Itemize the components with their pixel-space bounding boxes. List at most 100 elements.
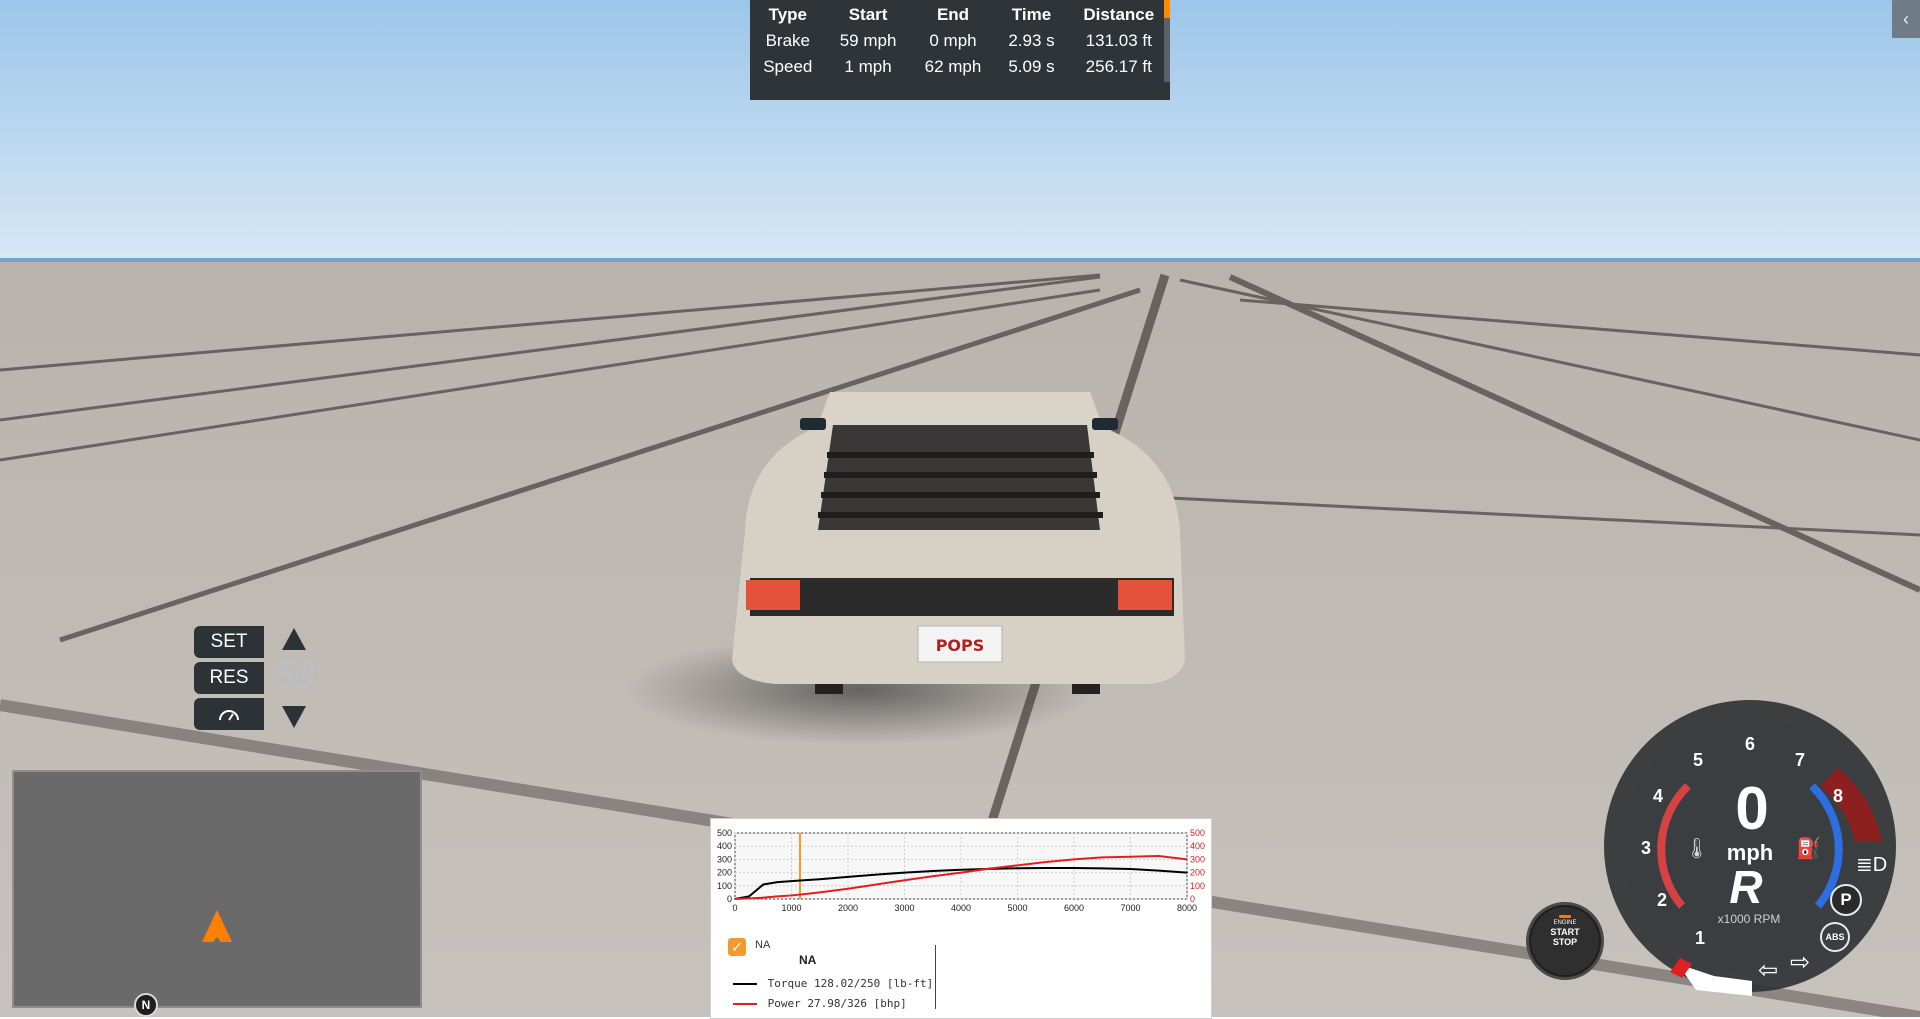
data-point-power [875,883,878,886]
col-time: Time [1011,5,1052,24]
data-point-torque [931,870,934,872]
torque-power-graph: 0 1000 2000 3000 4000 5000 6000 7000 8000 500 400 3… [710,818,1212,1019]
chevron-left-icon: ‹ [1903,8,1909,29]
start-label: START [1550,927,1580,937]
rpm-number-4: 4 [1652,786,1663,806]
table-header-row: Type Start End Time Distance [750,2,1170,28]
engine-start-stop-button[interactable]: ENGINE START STOP [1526,902,1604,980]
col-distance: Distance [1083,5,1155,24]
y-tick-label-right: 200 [1190,868,1205,878]
cruise-speedometer-button[interactable] [194,698,264,730]
data-point-torque [1129,868,1132,870]
cell: 5.09 s [1008,57,1055,76]
data-point-power [1186,858,1188,861]
cruise-decrease-button[interactable] [282,706,306,728]
data-point-power [931,875,934,878]
cruise-resume-button[interactable]: RES [194,662,264,694]
cruise-set-button[interactable]: SET [194,626,264,658]
y-tick-label-left: 200 [717,868,732,878]
north-indicator: N [134,993,158,1017]
cell: 59 mph [839,31,897,50]
cruise-set-label: SET [210,631,248,652]
y-tick-label-right: 400 [1190,841,1205,851]
cell: 2.93 s [1008,31,1055,50]
check-icon: ✓ [731,938,743,955]
measurement-panel: Type Start End Time Distance Brake 59 mp… [750,0,1170,100]
data-point-power [1044,861,1047,863]
tail-light-right [1118,580,1172,610]
engine-label: ENGINE [1553,920,1577,926]
y-tick-label-left: 0 [727,894,732,904]
fuel-icon: ⛽ [1796,838,1821,860]
col-end: End [936,5,970,24]
louver-4 [818,512,1103,518]
side-mirror-left [800,418,826,430]
data-point-torque [804,879,807,881]
cruise-res-label: RES [209,667,249,688]
data-point-torque [776,881,779,883]
data-point-power [1101,856,1104,859]
parking-brake-button[interactable]: P [1830,884,1862,916]
y-tick-label-right: 0 [1190,894,1195,904]
side-mirror-right [1092,418,1118,430]
x-tick-label: 7000 [1120,903,1140,913]
rpm-number-5: 5 [1692,750,1703,770]
table-row: Brake 59 mph 0 mph 2.93 s 131.03 ft [750,28,1170,54]
data-point-power [776,895,779,898]
x-tick-label: 0 [732,903,737,913]
torque-legend-label: Torque 128.02/250 [lb-ft] [767,977,934,990]
speed-readout: 0 [1735,775,1769,842]
panel-accent [1164,0,1170,18]
data-point-torque [1157,869,1160,872]
table-row: Speed 1 mph 62 mph 5.09 s 256.17 ft [750,54,1170,80]
turn-signal-right-icon[interactable]: ⇨ [1790,948,1810,977]
legend-divider [935,945,936,1009]
x-tick-label: 3000 [894,903,914,913]
cruise-control: SET RES 60 [194,626,318,732]
x-tick-label: 8000 [1177,903,1197,913]
series-header: NA [799,953,817,967]
torque-legend-row: Torque 128.02/250 [lb-ft] [733,977,933,990]
graph-legend: ✓ NA NA Torque 128.02/250 [lb-ft] Power … [719,927,1209,1017]
power-swatch [733,1003,757,1005]
data-point-power [960,871,962,874]
data-point-torque [960,868,962,871]
rpm-number-3: 3 [1640,838,1651,858]
data-point-torque [1073,867,1075,869]
data-point-torque [1016,867,1019,870]
y-tick-label-right: 500 [1190,828,1205,838]
y-tick-label-left: 100 [717,881,732,891]
data-point-torque [903,871,906,874]
data-point-torque [847,876,849,878]
rpm-label: x1000 RPM [1717,912,1781,926]
data-point-torque [1044,867,1047,869]
col-start: Start [848,5,888,24]
turn-signal-left-icon[interactable]: ⇦ [1758,956,1778,985]
x-tick-label: 1000 [781,903,801,913]
series-checkbox[interactable]: ✓ [728,938,746,956]
x-tick-label: 6000 [1064,903,1084,913]
louver-3 [821,492,1100,498]
louver-2 [824,472,1097,478]
headlight-icon: ≣D [1856,854,1888,876]
abs-indicator: ABS [1820,922,1850,952]
y-tick-label-right: 100 [1190,881,1205,891]
data-point-power [748,897,750,900]
collapse-tab[interactable]: ‹ [1892,0,1920,38]
rpm-number-8: 8 [1832,786,1843,806]
data-point-power [1073,858,1075,861]
y-tick-label-left: 400 [717,841,732,851]
cruise-increase-button[interactable] [282,628,306,650]
rpm-number-6: 6 [1744,734,1755,754]
data-point-power [818,891,821,894]
player-arrow-notch [211,937,223,945]
cell: 1 mph [844,57,892,76]
y-tick-label-left: 300 [717,854,732,864]
data-point-power [988,867,991,870]
louver-1 [827,452,1094,458]
panel-scrollbar[interactable] [1164,18,1170,82]
cell: 0 mph [929,31,977,50]
data-point-torque [1186,871,1188,874]
data-point-power [762,896,765,899]
col-type: Type [768,5,808,24]
